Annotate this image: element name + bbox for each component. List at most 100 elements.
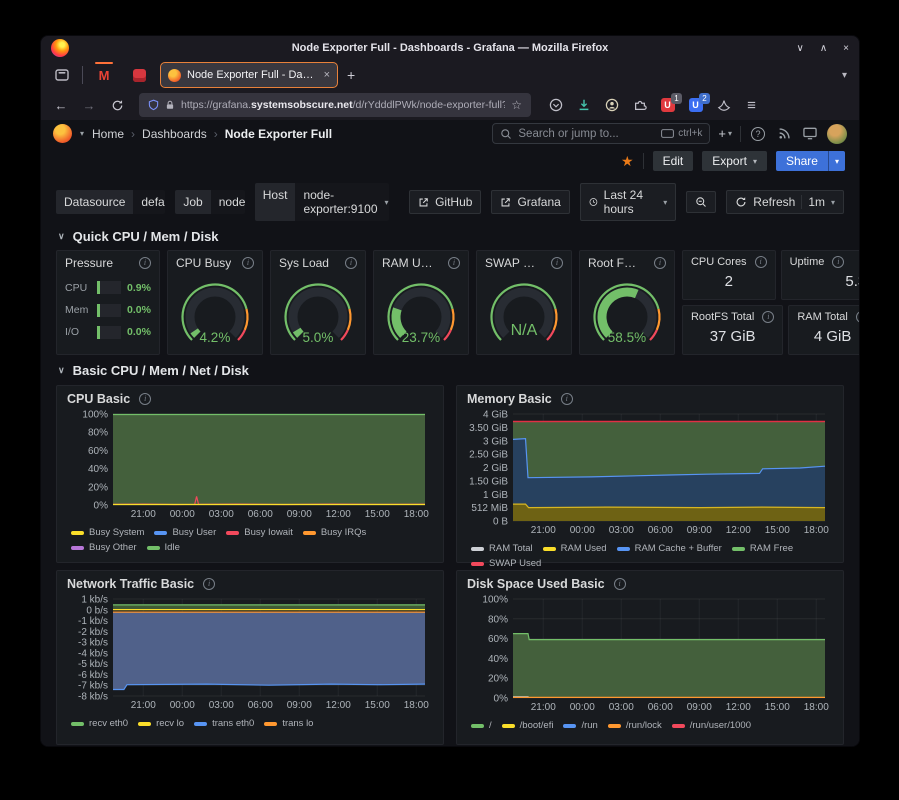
breadcrumb-dashboards[interactable]: Dashboards [142,127,207,141]
legend-item[interactable]: trans eth0 [194,717,254,731]
export-button[interactable]: Export▾ [702,151,767,171]
legend-item[interactable]: trans lo [264,717,313,731]
panel-title[interactable]: RAM Total [797,311,848,323]
org-switcher-chevron-icon[interactable]: ▾ [80,129,84,138]
user-avatar[interactable] [827,124,847,144]
url-field[interactable]: https://grafana.systemsobscure.net/d/rYd… [139,93,531,117]
favorite-star-icon[interactable]: ★ [621,153,634,170]
legend-item[interactable]: Busy Other [71,541,137,555]
legend-item[interactable]: recv eth0 [71,717,128,731]
menu-icon[interactable]: ≡ [743,97,760,114]
job-picker[interactable]: Job node▾ [175,190,244,214]
info-icon[interactable]: i [856,311,859,323]
time-range-picker[interactable]: Last 24 hours▾ [580,183,676,221]
panel-title[interactable]: Memory Basic [467,392,552,406]
extensions-icon[interactable] [631,97,648,114]
share-dropdown-button[interactable]: ▾ [828,151,845,171]
refresh-button[interactable]: Refresh 1m▾ [726,190,844,214]
grafana-logo-icon[interactable] [53,124,72,143]
search-input[interactable]: Search or jump to... ctrl+k [492,123,710,144]
info-icon[interactable]: i [832,256,844,268]
info-icon[interactable]: i [448,257,460,269]
info-icon[interactable]: i [242,257,254,269]
help-button[interactable]: ? [749,125,767,143]
legend-item[interactable]: RAM Free [732,542,793,556]
info-icon[interactable]: i [561,393,573,405]
info-icon[interactable]: i [139,257,151,269]
panel-title[interactable]: CPU Busy [176,256,231,270]
close-button[interactable]: × [843,43,849,54]
zoom-out-button[interactable] [686,191,716,213]
active-tab[interactable]: Node Exporter Full - Dashbo × [160,62,338,88]
minimize-button[interactable]: ∨ [797,43,804,54]
grafana-link-button[interactable]: Grafana [491,190,569,214]
host-picker[interactable]: Host node-exporter:9100▾ [255,183,389,221]
add-button[interactable]: +▾ [718,126,732,141]
download-icon[interactable] [575,97,592,114]
share-button[interactable]: Share [776,151,828,171]
reload-button[interactable] [105,93,129,117]
info-icon[interactable]: i [345,257,357,269]
firefox-view-button[interactable] [49,64,75,86]
legend-item[interactable]: /run [563,719,597,733]
disk-space-chart[interactable]: 21:0000:0003:0006:0009:0012:0015:0018:00… [467,593,833,718]
panel-title[interactable]: CPU Basic [67,392,130,406]
password-manager-extension-icon[interactable]: U 2 [687,97,704,114]
edit-button[interactable]: Edit [653,151,694,171]
containers-icon[interactable] [715,97,732,114]
maximize-button[interactable]: ∧ [820,43,827,54]
legend-item[interactable]: Busy Iowait [226,526,293,540]
network-traffic-chart[interactable]: 21:0000:0003:0006:0009:0012:0015:0018:00… [67,593,433,716]
panel-title[interactable]: SWAP Used [485,256,541,270]
section-basic-cpu-mem-net-disk[interactable]: ∨ Basic CPU / Mem / Net / Disk [58,363,844,378]
section-quick-cpu-mem-disk[interactable]: ∨ Quick CPU / Mem / Disk [58,229,844,244]
pocket-icon[interactable] [547,97,564,114]
legend-item[interactable]: RAM Used [543,542,607,556]
breadcrumb-home[interactable]: Home [92,127,124,141]
legend-item[interactable]: Busy System [71,526,144,540]
info-icon[interactable]: i [139,393,151,405]
legend-item[interactable]: / [471,719,492,733]
pinned-tab-gmail[interactable]: M [90,62,118,88]
forward-button[interactable]: → [77,93,101,117]
shield-icon[interactable] [148,99,159,111]
adblock-extension-icon[interactable]: U 1 [659,97,676,114]
legend-item[interactable]: Busy IRQs [303,526,366,540]
legend-item[interactable]: recv lo [138,717,184,731]
info-icon[interactable]: i [762,311,774,323]
cpu-basic-chart[interactable]: 21:0000:0003:0006:0009:0012:0015:0018:00… [67,408,433,525]
info-icon[interactable]: i [755,256,767,268]
panel-title[interactable]: Network Traffic Basic [67,577,194,591]
datasource-picker[interactable]: Datasource default▾ [56,190,165,214]
pinned-tab-app[interactable] [125,62,153,88]
panel-title[interactable]: CPU Cores [691,256,747,268]
new-tab-button[interactable]: + [347,67,355,83]
panel-title[interactable]: Root FS Used [588,256,644,270]
legend-item[interactable]: Busy User [154,526,216,540]
panel-title[interactable]: Sys Load [279,256,329,270]
panel-title[interactable]: Uptime [790,256,825,268]
info-icon[interactable]: i [614,578,626,590]
info-icon[interactable]: i [654,257,666,269]
account-icon[interactable] [603,97,620,114]
legend-item[interactable]: /run/user/1000 [672,719,751,733]
list-all-tabs-icon[interactable]: ▾ [842,70,847,81]
lock-icon[interactable] [165,99,175,111]
bookmark-star-icon[interactable]: ☆ [511,98,522,112]
legend-item[interactable]: /run/lock [608,719,662,733]
back-button[interactable]: ← [49,93,73,117]
legend-item[interactable]: RAM Cache + Buffer [617,542,722,556]
legend-item[interactable]: Idle [147,541,180,555]
info-icon[interactable]: i [203,578,215,590]
panel-title[interactable]: RAM Used [382,256,438,270]
legend-item[interactable]: /boot/efi [502,719,554,733]
panel-title[interactable]: Pressure [65,256,113,270]
panel-title[interactable]: RootFS Total [691,311,754,323]
news-rss-icon[interactable] [775,125,793,143]
tab-close-icon[interactable]: × [324,69,330,81]
legend-item[interactable]: SWAP Used [471,557,541,571]
github-link-button[interactable]: GitHub [409,190,481,214]
panel-title[interactable]: Disk Space Used Basic [467,577,605,591]
info-icon[interactable]: i [551,257,563,269]
legend-item[interactable]: RAM Total [471,542,533,556]
